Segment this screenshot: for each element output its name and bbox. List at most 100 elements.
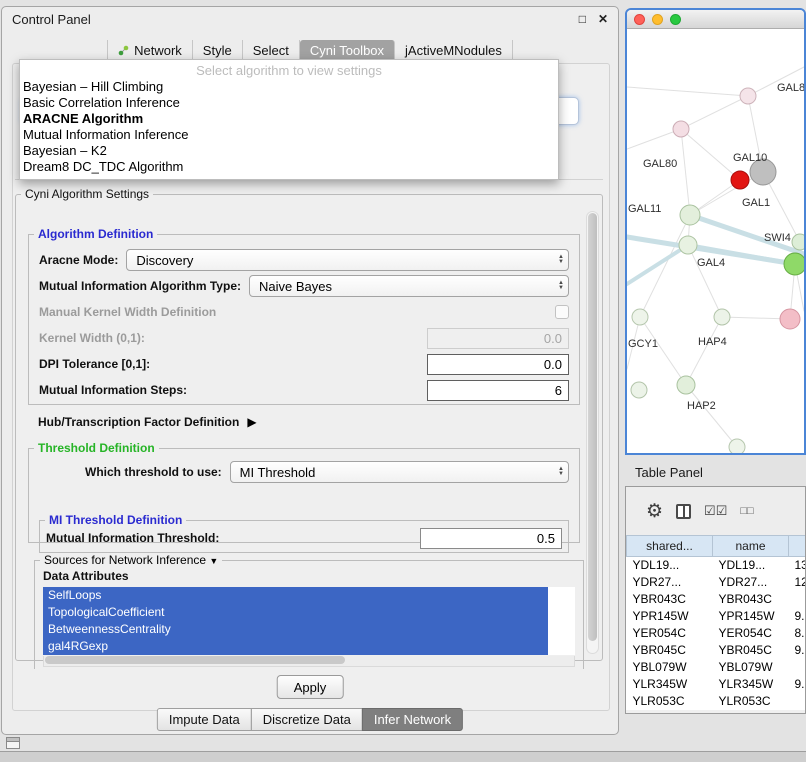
network-edge[interactable] — [686, 385, 737, 447]
settings-scrollbar[interactable] — [586, 211, 599, 654]
table-row[interactable]: YLR345WYLR345W9. — [627, 676, 806, 693]
network-node[interactable] — [784, 253, 804, 275]
table-cell: YBR045C — [713, 642, 789, 659]
table-row[interactable]: YDR27...YDR27...12 — [627, 574, 806, 591]
network-edge[interactable] — [686, 317, 722, 385]
network-node[interactable] — [679, 236, 697, 254]
network-edge[interactable] — [627, 129, 681, 149]
network-view-window[interactable]: GAL8GAL80GAL10GAL11GAL1SWI4GAL4GCY1HAP4H… — [625, 8, 806, 455]
table-cell — [789, 693, 806, 710]
table-row[interactable]: YBR045CYBR045C9. — [627, 642, 806, 659]
node-attribute-table[interactable]: shared...name YDL19...YDL19...13YDR27...… — [626, 535, 806, 710]
mi-steps-field[interactable]: 6 — [427, 380, 569, 401]
algorithm-options-list: Bayesian – Hill ClimbingBasic Correlatio… — [20, 79, 558, 175]
algorithm-option[interactable]: Bayesian – K2 — [20, 143, 558, 159]
deselect-checkboxes-icon[interactable]: □□ — [740, 505, 753, 517]
algorithm-option[interactable]: Basic Correlation Inference — [20, 95, 558, 111]
close-icon[interactable]: ✕ — [598, 12, 608, 26]
table-cell — [789, 591, 806, 608]
network-node[interactable] — [780, 309, 800, 329]
expanded-arrow-icon[interactable]: ▼ — [209, 556, 218, 566]
network-node[interactable] — [714, 309, 730, 325]
attribute-item[interactable]: gal4RGexp — [43, 638, 548, 655]
attribute-item[interactable]: BetweennessCentrality — [43, 621, 548, 638]
network-edge[interactable] — [627, 87, 748, 96]
zoom-traffic-light-icon[interactable] — [670, 14, 681, 25]
which-threshold-select[interactable]: MI Threshold ▲▼ — [230, 461, 569, 483]
algorithm-option[interactable]: ARACNE Algorithm — [20, 111, 558, 127]
network-edge[interactable] — [627, 245, 688, 284]
control-panel-titlebar[interactable]: Control Panel □ ✕ — [2, 7, 618, 31]
bottom-tab-discretize-data[interactable]: Discretize Data — [251, 708, 363, 731]
close-traffic-light-icon[interactable] — [634, 14, 645, 25]
stepper-icon: ▲▼ — [552, 467, 564, 477]
network-edge[interactable] — [681, 129, 690, 215]
table-cell: 9. — [789, 642, 806, 659]
list-horizontal-scrollbar[interactable] — [43, 656, 575, 667]
data-attributes-list[interactable]: SelfLoopsTopologicalCoefficientBetweenne… — [43, 587, 575, 655]
bottom-tab-infer-network[interactable]: Infer Network — [362, 708, 463, 731]
column-header[interactable]: shared... — [627, 536, 713, 557]
bottom-tab-impute-data[interactable]: Impute Data — [157, 708, 252, 731]
manual-kernel-checkbox[interactable] — [555, 305, 569, 319]
tab-label: Style — [203, 43, 232, 58]
network-node[interactable] — [673, 121, 689, 137]
network-canvas[interactable]: GAL8GAL80GAL10GAL11GAL1SWI4GAL4GCY1HAP4H… — [627, 29, 804, 453]
tab-label: jActiveMNodules — [405, 43, 502, 58]
network-edge[interactable] — [640, 317, 686, 385]
mi-threshold-field[interactable]: 0.5 — [420, 528, 562, 549]
collapsed-arrow-icon[interactable]: ▶ — [247, 415, 256, 429]
float-window-icon[interactable]: □ — [579, 12, 586, 26]
network-node[interactable] — [729, 439, 745, 453]
table-panel-window: ⚙ ☑☑ □□ shared...name YDL19...YDL19...13… — [625, 486, 806, 714]
columns-icon[interactable] — [676, 504, 691, 519]
table-row[interactable]: YLR053CYLR053C — [627, 693, 806, 710]
table-row[interactable]: YER054CYER054C8. — [627, 625, 806, 642]
network-edge[interactable] — [681, 96, 748, 129]
column-header[interactable] — [789, 536, 806, 557]
table-row[interactable]: YDL19...YDL19...13 — [627, 557, 806, 574]
kernel-width-field: 0.0 — [427, 328, 569, 349]
settings-group-title: Cyni Algorithm Settings — [21, 187, 153, 201]
network-node[interactable] — [792, 234, 804, 250]
algorithm-option[interactable]: Bayesian – Hill Climbing — [20, 79, 558, 95]
attribute-item[interactable]: TopologicalCoefficient — [43, 604, 548, 621]
network-node[interactable] — [631, 382, 647, 398]
network-window-titlebar[interactable] — [627, 10, 804, 29]
table-row[interactable]: YPR145WYPR145W9. — [627, 608, 806, 625]
table-row[interactable]: YBL079WYBL079W — [627, 659, 806, 676]
column-header[interactable]: name — [713, 536, 789, 557]
algorithm-option[interactable]: Dream8 DC_TDC Algorithm — [20, 159, 558, 175]
control-panel-window: Control Panel □ ✕ NetworkStyleSelectCyni… — [1, 6, 619, 735]
scrollbar-thumb[interactable] — [588, 213, 597, 641]
tab-label: Select — [253, 43, 289, 58]
gear-icon[interactable]: ⚙ — [646, 500, 663, 523]
attribute-item[interactable]: SelfLoops — [43, 587, 548, 604]
algorithm-option[interactable]: Mutual Information Inference — [20, 127, 558, 143]
restore-panel-icon[interactable] — [6, 737, 20, 749]
hub-section-toggle[interactable]: Hub/Transcription Factor Definition ▶ — [38, 415, 257, 429]
network-node[interactable] — [677, 376, 695, 394]
network-node[interactable] — [680, 205, 700, 225]
network-edge[interactable] — [640, 215, 690, 317]
mi-threshold-row: Mutual Information Threshold: 0.5 — [40, 527, 568, 549]
minimize-traffic-light-icon[interactable] — [652, 14, 663, 25]
scrollbar-thumb[interactable] — [45, 656, 345, 664]
network-node[interactable] — [740, 88, 756, 104]
table-cell: YBL079W — [627, 659, 713, 676]
network-node[interactable] — [731, 171, 749, 189]
table-row[interactable]: YBR043CYBR043C — [627, 591, 806, 608]
table-cell: YDL19... — [627, 557, 713, 574]
select-all-checkboxes-icon[interactable]: ☑☑ — [704, 503, 727, 519]
mi-type-select[interactable]: Naive Bayes ▲▼ — [249, 275, 569, 297]
sources-section-toggle[interactable]: Sources for Network Inference ▼ — [40, 553, 222, 567]
network-edge[interactable] — [681, 129, 740, 180]
network-edge[interactable] — [688, 245, 722, 317]
dpi-tolerance-field[interactable]: 0.0 — [427, 354, 569, 375]
aracne-mode-select[interactable]: Discovery ▲▼ — [126, 249, 569, 271]
network-icon — [118, 45, 129, 56]
manual-kernel-row: Manual Kernel Width Definition — [29, 299, 579, 325]
apply-button[interactable]: Apply — [277, 675, 344, 699]
network-node[interactable] — [632, 309, 648, 325]
algorithm-definition-title: Algorithm Definition — [34, 227, 157, 241]
